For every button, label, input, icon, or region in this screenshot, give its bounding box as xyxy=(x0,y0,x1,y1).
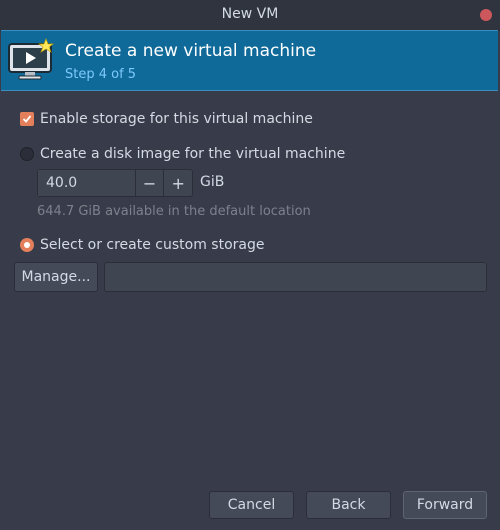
decrement-button[interactable]: − xyxy=(134,170,164,196)
disk-image-radio[interactable] xyxy=(20,147,34,161)
disk-image-label: Create a disk image for the virtual mach… xyxy=(40,146,346,162)
storage-path-input[interactable] xyxy=(104,262,487,292)
forward-button[interactable]: Forward xyxy=(403,491,487,519)
check-icon xyxy=(22,115,32,123)
enable-storage-row[interactable]: Enable storage for this virtual machine xyxy=(20,111,313,127)
disk-size-spinbutton[interactable]: 40.0 − + xyxy=(37,169,193,197)
enable-storage-checkbox[interactable] xyxy=(20,112,34,126)
monitor-play-icon xyxy=(8,38,55,80)
close-icon[interactable] xyxy=(480,9,492,21)
available-space-text: 644.7 GiB available in the default locat… xyxy=(37,204,311,219)
cancel-button[interactable]: Cancel xyxy=(209,491,294,519)
title-bar: New VM xyxy=(0,0,500,31)
disk-image-row[interactable]: Create a disk image for the virtual mach… xyxy=(20,146,345,162)
enable-storage-label: Enable storage for this virtual machine xyxy=(40,111,313,127)
increment-button[interactable]: + xyxy=(163,170,192,196)
banner-title: Create a new virtual machine xyxy=(65,41,317,61)
disk-size-input[interactable]: 40.0 xyxy=(38,170,135,196)
header-banner: Create a new virtual machine Step 4 of 5 xyxy=(1,30,498,91)
manage-button[interactable]: Manage... xyxy=(14,262,98,292)
back-button[interactable]: Back xyxy=(306,491,391,519)
custom-storage-label: Select or create custom storage xyxy=(40,237,265,253)
radio-dot xyxy=(24,242,30,248)
step-indicator: Step 4 of 5 xyxy=(65,67,137,82)
custom-storage-radio[interactable] xyxy=(20,238,34,252)
custom-storage-row[interactable]: Select or create custom storage xyxy=(20,237,265,253)
disk-size-unit: GiB xyxy=(200,174,225,190)
window-title: New VM xyxy=(221,6,279,22)
